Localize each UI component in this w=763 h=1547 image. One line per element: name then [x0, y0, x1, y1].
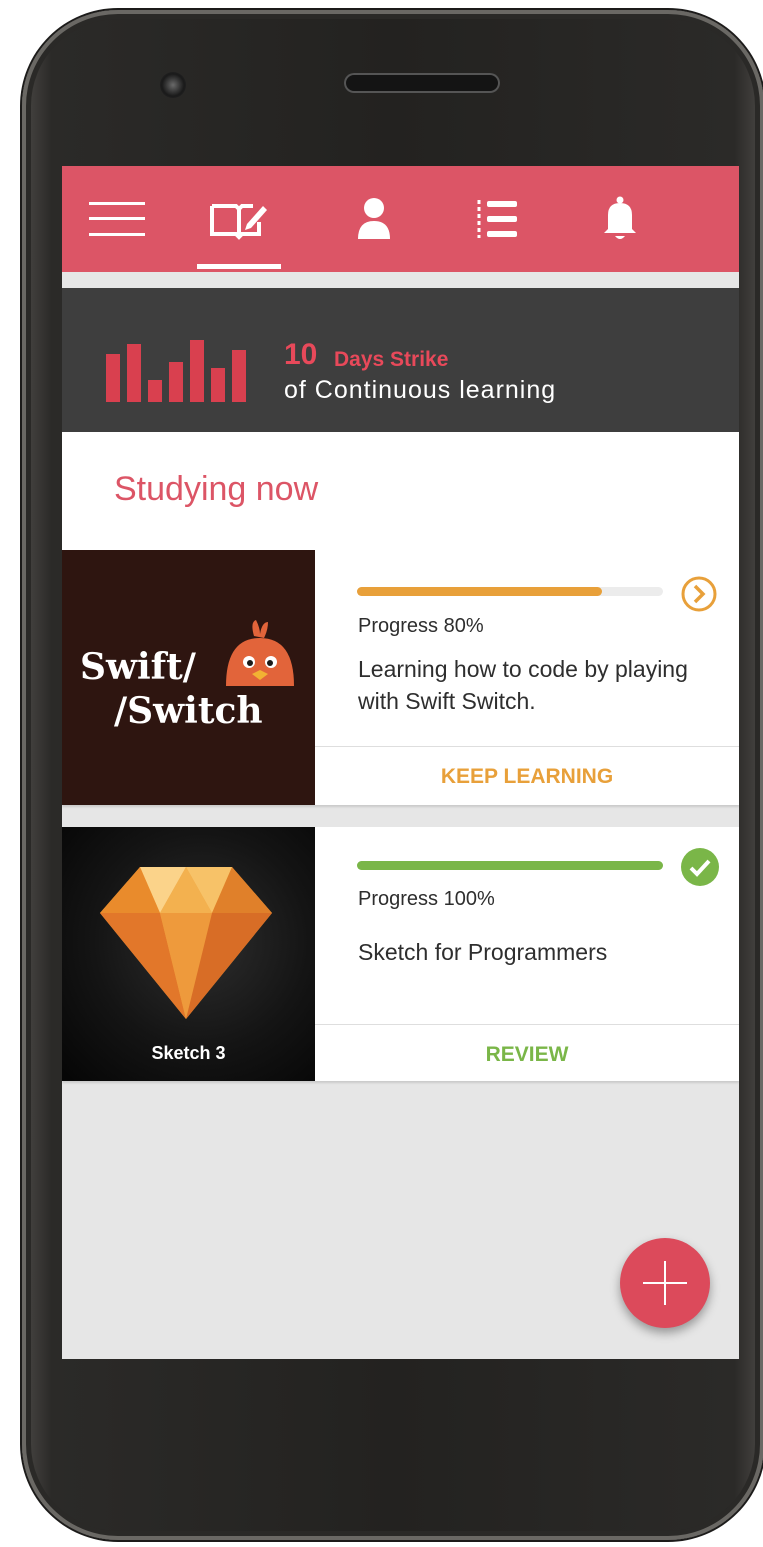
- progress-bar: [357, 861, 663, 870]
- tab-notifications[interactable]: [598, 194, 642, 244]
- menu-button[interactable]: [89, 194, 145, 244]
- earpiece-speaker: [344, 73, 500, 93]
- progress-bar-fill: [357, 861, 663, 870]
- course-thumbnail: Swift/ /Switch: [62, 550, 315, 805]
- course-description: Sketch for Programmers: [358, 939, 608, 965]
- streak-count: 10: [284, 338, 318, 371]
- thumbnail-caption: Sketch 3: [151, 1043, 226, 1063]
- add-course-fab[interactable]: [620, 1238, 710, 1328]
- course-thumbnail: Sketch 3: [62, 827, 315, 1081]
- streak-days-label: Days Strike: [334, 348, 449, 371]
- card-divider: [315, 1024, 739, 1025]
- open-book-edit-icon: [210, 204, 267, 240]
- thumbnail-title-line2: /Switch: [114, 690, 263, 732]
- streak-subtitle: of Continuous learning: [284, 376, 557, 404]
- course-card[interactable]: Sketch 3 Progress 100% Sketch for Progra…: [62, 827, 739, 1081]
- app-screen: 10 Days Strike of Continuous learning St…: [62, 166, 739, 1359]
- studying-now-header: Studying now: [62, 432, 739, 550]
- keep-learning-button[interactable]: KEEP LEARNING: [315, 765, 739, 789]
- bell-icon: [604, 196, 636, 239]
- learning-streak-banner: 10 Days Strike of Continuous learning: [62, 288, 739, 432]
- bird-mascot-icon: [226, 620, 294, 686]
- check-circle-icon: [681, 848, 719, 886]
- tab-courses[interactable]: [209, 194, 269, 244]
- tab-profile[interactable]: [352, 194, 396, 244]
- tab-list[interactable]: [472, 194, 520, 244]
- chevron-right-circle-icon[interactable]: [680, 575, 718, 613]
- section-title: Studying now: [114, 470, 319, 508]
- thumbnail-title-line1: Swift/: [80, 646, 196, 688]
- numbered-list-icon: [477, 200, 517, 238]
- progress-bar: [357, 587, 663, 596]
- progress-label: Progress 80%: [358, 615, 484, 637]
- front-camera: [160, 72, 186, 98]
- selected-tab-indicator: [197, 264, 281, 269]
- hamburger-menu-icon: [89, 202, 145, 236]
- progress-bar-fill: [357, 587, 602, 596]
- user-icon: [358, 198, 390, 239]
- plus-icon: [643, 1261, 687, 1305]
- bar-chart-icon: [106, 340, 246, 402]
- top-navigation-bar: [62, 166, 739, 272]
- card-divider: [315, 746, 739, 747]
- progress-label: Progress 100%: [358, 888, 495, 910]
- sketch-diamond-icon: [100, 867, 272, 1019]
- course-card[interactable]: Swift/ /Switch Progress 80% Learning how…: [62, 550, 739, 805]
- review-button[interactable]: REVIEW: [315, 1043, 739, 1067]
- course-description: Learning how to code by playing with Swi…: [358, 656, 688, 714]
